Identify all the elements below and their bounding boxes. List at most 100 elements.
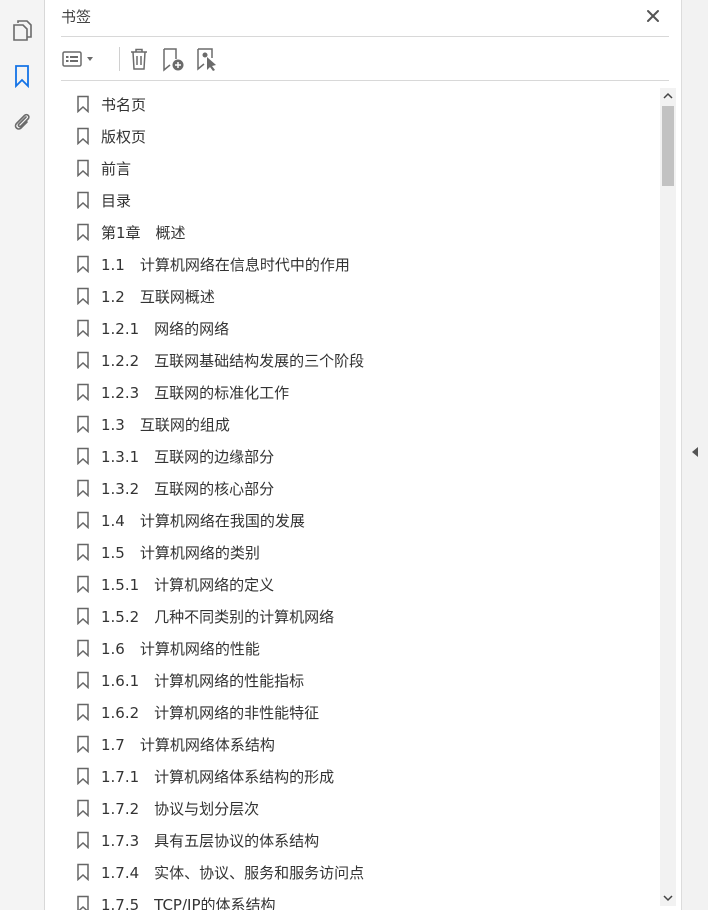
bookmark-item[interactable]: 版权页 bbox=[75, 122, 645, 150]
bookmark-icon bbox=[75, 830, 91, 850]
bookmark-item[interactable]: 1.1 计算机网络在信息时代中的作用 bbox=[75, 250, 645, 278]
vertical-scrollbar[interactable] bbox=[660, 88, 676, 906]
bookmark-label: 前言 bbox=[101, 159, 132, 178]
bookmark-item[interactable]: 1.5.2 几种不同类别的计算机网络 bbox=[75, 602, 645, 630]
toolbar-divider bbox=[119, 47, 120, 71]
bookmark-label: 1.3.1 互联网的边缘部分 bbox=[101, 447, 275, 466]
collapse-panel-button[interactable] bbox=[688, 443, 702, 461]
bookmark-item[interactable]: 1.7.5 TCP/IP的体系结构 bbox=[75, 890, 645, 910]
bookmarks-panel: 书签 书名页 版权页 前言 目录 第1章 概述 1.1 计算机网络在信息时代中的… bbox=[45, 0, 680, 910]
bookmark-label: 1.7.1 计算机网络体系结构的形成 bbox=[101, 767, 335, 786]
bookmark-label: 1.7.4 实体、协议、服务和服务访问点 bbox=[101, 863, 365, 882]
close-button[interactable] bbox=[643, 6, 663, 26]
bookmark-item[interactable]: 1.6 计算机网络的性能 bbox=[75, 634, 645, 662]
bookmark-label: 1.5 计算机网络的类别 bbox=[101, 543, 260, 562]
bookmark-item[interactable]: 前言 bbox=[75, 154, 645, 182]
bookmark-item[interactable]: 书名页 bbox=[75, 90, 645, 118]
pages-icon[interactable] bbox=[10, 18, 34, 42]
bookmark-item[interactable]: 1.2 互联网概述 bbox=[75, 282, 645, 310]
bookmark-item[interactable]: 1.4 计算机网络在我国的发展 bbox=[75, 506, 645, 534]
delete-icon bbox=[131, 48, 147, 70]
bookmark-label: 1.1 计算机网络在信息时代中的作用 bbox=[101, 255, 350, 274]
bookmark-icon bbox=[75, 190, 91, 210]
bookmark-label: 1.5.2 几种不同类别的计算机网络 bbox=[101, 607, 335, 626]
bookmark-icon bbox=[75, 574, 91, 594]
bookmark-icon bbox=[75, 286, 91, 306]
bookmark-toolbar bbox=[61, 37, 669, 81]
scroll-up-icon bbox=[663, 92, 673, 99]
bookmark-item[interactable]: 1.5 计算机网络的类别 bbox=[75, 538, 645, 566]
attachment-icon[interactable] bbox=[10, 110, 34, 134]
new-bookmark-icon bbox=[163, 48, 184, 72]
panel-title: 书签 bbox=[61, 8, 92, 26]
bookmark-label: 1.6 计算机网络的性能 bbox=[101, 639, 260, 658]
bookmark-item[interactable]: 1.2.1 网络的网络 bbox=[75, 314, 645, 342]
bookmark-label: 1.7.2 协议与划分层次 bbox=[101, 799, 260, 818]
bookmark-label: 1.5.1 计算机网络的定义 bbox=[101, 575, 275, 594]
bookmark-icon bbox=[75, 542, 91, 562]
navigation-rail bbox=[0, 0, 45, 910]
options-menu-button[interactable] bbox=[61, 45, 97, 73]
scroll-down-icon bbox=[663, 895, 673, 902]
bookmark-item[interactable]: 1.7.4 实体、协议、服务和服务访问点 bbox=[75, 858, 645, 886]
bookmark-icon bbox=[75, 446, 91, 466]
bookmark-icon bbox=[75, 254, 91, 274]
bookmark-icon[interactable] bbox=[10, 64, 34, 88]
bookmark-label: 1.3.2 互联网的核心部分 bbox=[101, 479, 275, 498]
scroll-down-button[interactable] bbox=[660, 890, 676, 906]
bookmark-icon bbox=[75, 414, 91, 434]
bookmark-icon bbox=[75, 382, 91, 402]
bookmark-label: 1.2.1 网络的网络 bbox=[101, 319, 230, 338]
bookmark-item[interactable]: 1.3.2 互联网的核心部分 bbox=[75, 474, 645, 502]
bookmark-label: 书名页 bbox=[101, 95, 147, 114]
bookmark-label: 1.4 计算机网络在我国的发展 bbox=[101, 511, 305, 530]
bookmark-item[interactable]: 1.7.1 计算机网络体系结构的形成 bbox=[75, 762, 645, 790]
bookmark-item[interactable]: 1.3 互联网的组成 bbox=[75, 410, 645, 438]
bookmark-item[interactable]: 1.7.3 具有五层协议的体系结构 bbox=[75, 826, 645, 854]
bookmark-icon bbox=[75, 862, 91, 882]
bookmark-icon bbox=[75, 222, 91, 242]
bookmark-label: 1.6.1 计算机网络的性能指标 bbox=[101, 671, 305, 690]
bookmark-icon bbox=[75, 766, 91, 786]
bookmark-item[interactable]: 1.5.1 计算机网络的定义 bbox=[75, 570, 645, 598]
bookmark-item[interactable]: 1.7.2 协议与划分层次 bbox=[75, 794, 645, 822]
bookmark-select-icon bbox=[197, 48, 216, 71]
bookmark-icon bbox=[75, 350, 91, 370]
bookmark-item[interactable]: 1.6.2 计算机网络的非性能特征 bbox=[75, 698, 645, 726]
new-bookmark-button[interactable] bbox=[161, 45, 187, 73]
bookmark-label: 第1章 概述 bbox=[101, 223, 186, 242]
scroll-thumb[interactable] bbox=[662, 106, 674, 186]
bookmark-item[interactable]: 1.2.3 互联网的标准化工作 bbox=[75, 378, 645, 406]
bookmark-icon bbox=[75, 478, 91, 498]
bookmark-select-button[interactable] bbox=[195, 45, 221, 73]
bookmark-icon bbox=[75, 638, 91, 658]
bookmark-item[interactable]: 第1章 概述 bbox=[75, 218, 645, 246]
chevron-left-icon bbox=[692, 447, 698, 457]
bookmark-label: 1.2.3 互联网的标准化工作 bbox=[101, 383, 290, 402]
bookmark-label: 1.2.2 互联网基础结构发展的三个阶段 bbox=[101, 351, 365, 370]
bookmark-item[interactable]: 1.2.2 互联网基础结构发展的三个阶段 bbox=[75, 346, 645, 374]
scroll-up-button[interactable] bbox=[660, 88, 676, 104]
bookmark-item[interactable]: 1.6.1 计算机网络的性能指标 bbox=[75, 666, 645, 694]
bookmark-label: 1.7.5 TCP/IP的体系结构 bbox=[101, 895, 276, 910]
bookmark-icon bbox=[75, 318, 91, 338]
bookmark-label: 1.7.3 具有五层协议的体系结构 bbox=[101, 831, 320, 850]
bookmark-icon bbox=[75, 510, 91, 530]
delete-button[interactable] bbox=[127, 45, 151, 73]
bookmark-icon bbox=[75, 670, 91, 690]
bookmark-item[interactable]: 目录 bbox=[75, 186, 645, 214]
bookmark-icon bbox=[75, 894, 91, 910]
document-pane-edge bbox=[681, 0, 708, 910]
bookmark-item[interactable]: 1.7 计算机网络体系结构 bbox=[75, 730, 645, 758]
bookmark-label: 1.3 互联网的组成 bbox=[101, 415, 230, 434]
bookmark-icon bbox=[75, 606, 91, 626]
close-icon bbox=[647, 10, 659, 22]
bookmark-label: 1.7 计算机网络体系结构 bbox=[101, 735, 275, 754]
bookmark-label: 1.2 互联网概述 bbox=[101, 287, 215, 306]
options-menu-icon bbox=[62, 51, 93, 67]
bookmark-icon bbox=[75, 734, 91, 754]
bookmark-item[interactable]: 1.3.1 互联网的边缘部分 bbox=[75, 442, 645, 470]
bookmark-icon bbox=[75, 798, 91, 818]
bookmark-icon bbox=[75, 158, 91, 178]
bookmark-icon bbox=[75, 94, 91, 114]
